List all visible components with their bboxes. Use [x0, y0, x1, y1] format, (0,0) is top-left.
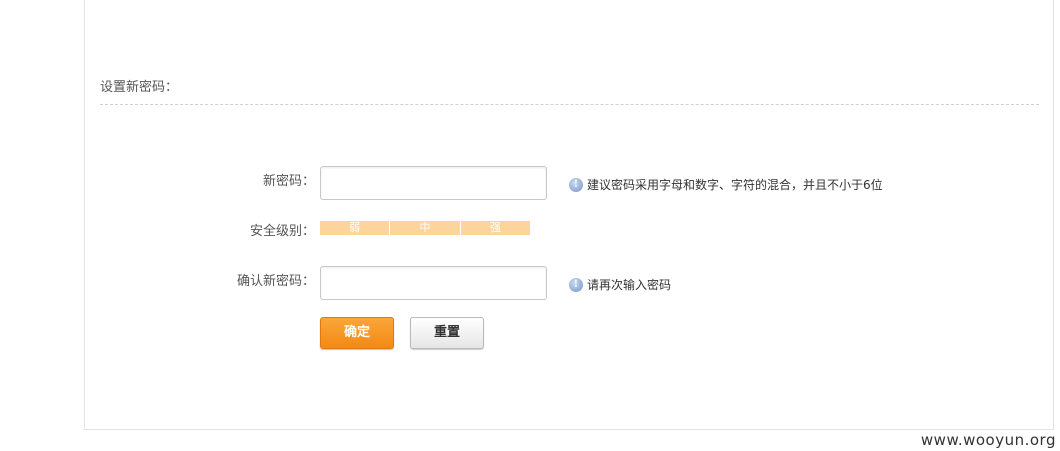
- confirm-password-hint: ! 请再次输入密码: [569, 276, 671, 293]
- strength-strong: 强: [460, 221, 530, 235]
- confirm-password-label: 确认新密码：: [236, 274, 315, 289]
- password-strength-meter: 弱 中 强: [320, 221, 530, 235]
- confirm-button[interactable]: 确定: [320, 317, 394, 349]
- reset-button[interactable]: 重置: [410, 317, 484, 349]
- info-icon: !: [569, 277, 583, 292]
- page: 设置新密码： 新密码： ! 建议密码采用字母和数字、字符的混合，并且不小于6位 …: [0, 0, 1060, 451]
- strength-label: 安全级别：: [249, 224, 315, 239]
- confirm-password-hint-text: 请再次输入密码: [587, 278, 672, 292]
- new-password-input[interactable]: [320, 166, 547, 200]
- strength-weak: 弱: [320, 221, 391, 235]
- new-password-label: 新密码：: [262, 174, 315, 189]
- new-password-hint-text: 建议密码采用字母和数字、字符的混合，并且不小于6位: [587, 178, 883, 192]
- section-title: 设置新密码：: [100, 80, 179, 95]
- info-icon: !: [569, 177, 583, 192]
- confirm-password-input[interactable]: [320, 266, 547, 300]
- watermark: www.wooyun.org: [920, 431, 1056, 449]
- section-divider: [100, 104, 1039, 105]
- strength-medium: 中: [390, 221, 461, 235]
- password-reset-panel: 设置新密码： 新密码： ! 建议密码采用字母和数字、字符的混合，并且不小于6位 …: [84, 0, 1054, 430]
- new-password-hint: ! 建议密码采用字母和数字、字符的混合，并且不小于6位: [569, 176, 883, 193]
